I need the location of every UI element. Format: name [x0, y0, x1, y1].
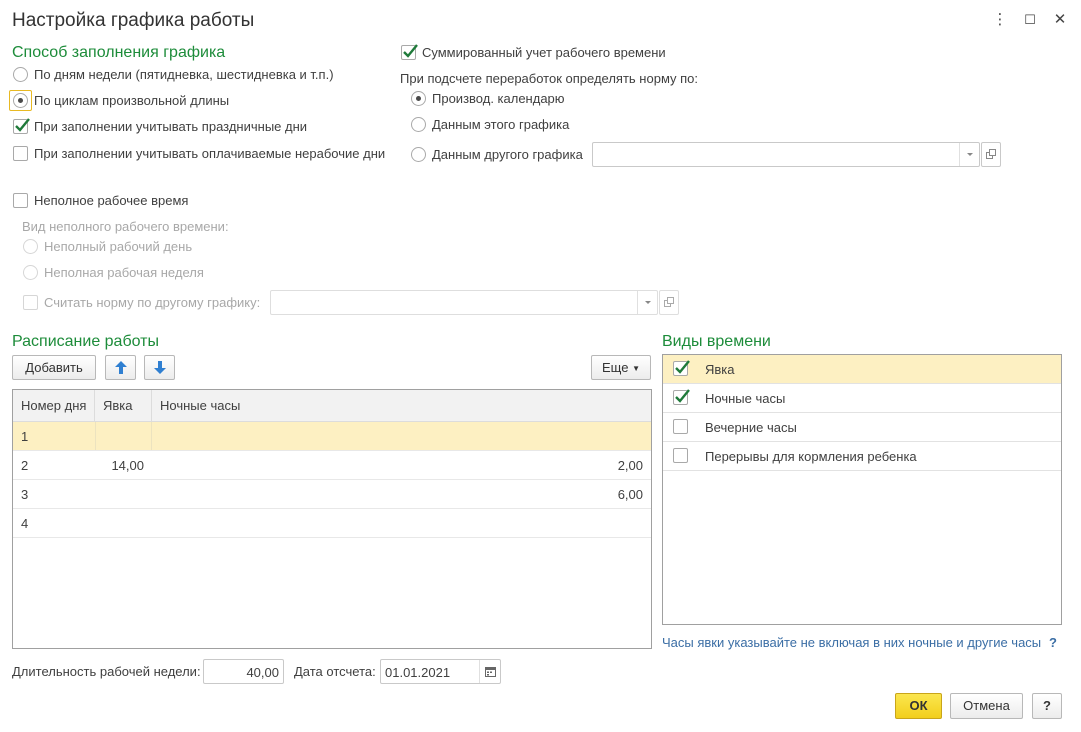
time-types-list: Явка Ночные часы Вечерние часы Перерывы …	[662, 354, 1062, 625]
fill-method-heading: Способ заполнения графика	[12, 44, 226, 61]
norm-heading: При подсчете переработок определять норм…	[400, 71, 699, 86]
week-duration-value: 40,00	[246, 665, 279, 680]
radio-part-week-label: Неполная рабочая неделя	[44, 265, 204, 280]
more-button-label: Еще	[602, 360, 629, 375]
other-schedule-open-button[interactable]	[981, 142, 1001, 167]
maximize-icon[interactable]: ☐	[1020, 10, 1040, 30]
ok-button[interactable]: ОК	[895, 693, 942, 719]
add-row-button[interactable]: Добавить	[12, 355, 96, 380]
open-form-icon	[664, 297, 674, 307]
norm-other-select[interactable]	[270, 290, 658, 315]
move-up-button[interactable]	[105, 355, 136, 380]
calendar-icon	[485, 667, 496, 677]
time-type-checkbox[interactable]	[673, 389, 690, 405]
column-header-attendance[interactable]: Явка	[95, 390, 152, 422]
attendance-hint-link[interactable]: Часы явки указывайте не включая в них но…	[662, 635, 1041, 650]
more-button[interactable]: Еще ▼	[591, 355, 651, 380]
checkbox-norm-other-label: Считать норму по другому графику:	[44, 295, 261, 310]
norm-other-open-button[interactable]	[659, 290, 679, 315]
cell-attendance: 14,00	[111, 458, 144, 473]
arrow-up-icon	[115, 361, 127, 374]
radio-norm-calendar-label: Производ. календарю	[432, 91, 565, 106]
radio-cycles-label: По циклам произвольной длины	[34, 93, 230, 108]
checkbox-paid-days[interactable]	[13, 146, 28, 161]
part-time-kind-label: Вид неполного рабочего времени:	[22, 219, 229, 234]
cell-day: 1	[21, 429, 29, 444]
more-menu-icon[interactable]: ⋮	[990, 10, 1010, 30]
radio-norm-this[interactable]	[411, 117, 426, 132]
table-row[interactable]: 3 6,00	[13, 480, 651, 509]
list-item[interactable]: Перерывы для кормления ребенка	[663, 442, 1061, 471]
other-schedule-select[interactable]	[592, 142, 980, 167]
column-header-night[interactable]: Ночные часы	[152, 390, 651, 422]
time-type-label: Ночные часы	[705, 391, 786, 406]
radio-part-week[interactable]	[23, 265, 38, 280]
start-date-value: 01.01.2021	[385, 665, 451, 680]
window-title: Настройка графика работы	[12, 10, 255, 31]
radio-norm-other-label: Данным другого графика	[432, 147, 583, 162]
radio-part-day-label: Неполный рабочий день	[44, 239, 193, 254]
checkmark-icon	[15, 118, 30, 132]
arrow-down-icon	[154, 361, 166, 374]
radio-norm-this-label: Данным этого графика	[432, 117, 570, 132]
radio-norm-calendar[interactable]	[411, 91, 426, 106]
week-duration-input[interactable]: 40,00	[203, 659, 284, 684]
cell-day: 4	[21, 516, 29, 531]
checkmark-icon	[403, 44, 418, 58]
radio-weekdays[interactable]	[13, 67, 28, 82]
week-duration-label: Длительность рабочей недели:	[12, 664, 201, 679]
open-form-icon	[986, 149, 996, 159]
checkbox-paid-days-label: При заполнении учитывать оплачиваемые не…	[34, 146, 386, 161]
help-icon[interactable]: ?	[1049, 635, 1057, 650]
list-item[interactable]: Вечерние часы	[663, 413, 1061, 442]
cell-day: 2	[21, 458, 29, 473]
table-row[interactable]: 4	[13, 509, 651, 538]
move-down-button[interactable]	[144, 355, 175, 380]
checkbox-holidays-label: При заполнении учитывать праздничные дни	[34, 119, 308, 134]
checkbox-part-time[interactable]	[13, 193, 28, 208]
cell-day: 3	[21, 487, 29, 502]
radio-norm-other[interactable]	[411, 147, 426, 162]
cell-night: 6,00	[617, 487, 643, 502]
list-item[interactable]: Явка	[663, 355, 1061, 384]
calendar-button[interactable]	[479, 660, 500, 683]
column-header-day[interactable]: Номер дня	[13, 390, 95, 422]
cell-night: 2,00	[617, 458, 643, 473]
checkbox-summarized-label: Суммированный учет рабочего времени	[422, 45, 666, 60]
time-type-checkbox[interactable]	[673, 360, 690, 376]
chevron-down-icon: ▼	[632, 364, 640, 373]
checkmark-icon	[675, 360, 690, 374]
checkbox-holidays[interactable]	[13, 118, 30, 134]
chevron-down-icon[interactable]	[959, 143, 979, 166]
time-type-label: Перерывы для кормления ребенка	[705, 449, 917, 464]
checkmark-icon	[675, 389, 690, 403]
time-type-label: Вечерние часы	[705, 420, 797, 435]
start-date-input[interactable]: 01.01.2021	[380, 659, 501, 684]
checkbox-summarized[interactable]	[401, 44, 418, 60]
cancel-button[interactable]: Отмена	[950, 693, 1023, 719]
checkbox-part-time-label: Неполное рабочее время	[34, 193, 189, 208]
time-type-checkbox[interactable]	[673, 448, 688, 463]
radio-cycles[interactable]	[13, 93, 28, 108]
schedule-table: Номер дня Явка Ночные часы 1 2 14,00 2,0…	[12, 389, 652, 649]
help-button[interactable]: ?	[1032, 693, 1062, 719]
start-date-label: Дата отсчета:	[294, 664, 376, 679]
table-row[interactable]: 2 14,00 2,00	[13, 451, 651, 480]
list-item[interactable]: Ночные часы	[663, 384, 1061, 413]
time-type-checkbox[interactable]	[673, 419, 688, 434]
radio-part-day[interactable]	[23, 239, 38, 254]
radio-weekdays-label: По дням недели (пятидневка, шестидневка …	[34, 67, 334, 82]
close-icon[interactable]: ✕	[1050, 10, 1070, 30]
table-cell-divider	[95, 422, 152, 450]
chevron-down-icon[interactable]	[637, 291, 657, 314]
table-row[interactable]: 1	[13, 422, 651, 451]
time-types-heading: Виды времени	[662, 333, 771, 350]
checkbox-norm-other[interactable]	[23, 295, 38, 310]
time-type-label: Явка	[705, 362, 735, 377]
schedule-heading: Расписание работы	[12, 333, 159, 350]
